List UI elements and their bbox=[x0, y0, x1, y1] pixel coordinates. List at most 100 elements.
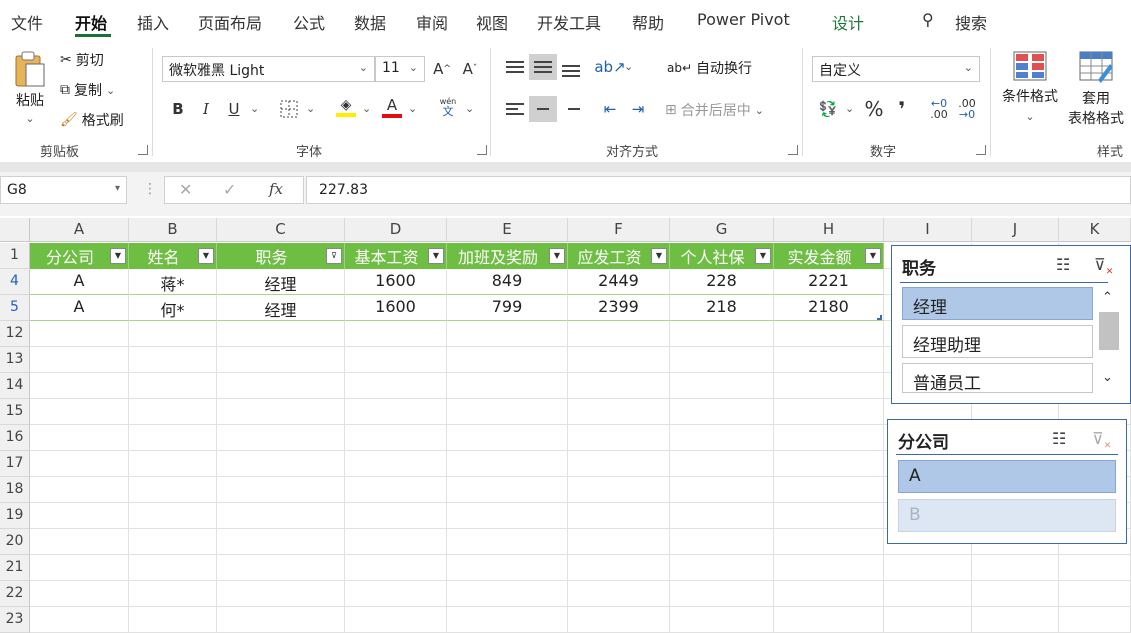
grid-cell[interactable] bbox=[217, 555, 345, 581]
grid-cell[interactable] bbox=[217, 321, 345, 347]
grid-cell[interactable] bbox=[774, 425, 884, 451]
grid-cell[interactable] bbox=[345, 581, 447, 607]
scroll-down-icon[interactable]: ⌄ bbox=[1102, 370, 1113, 385]
slicer-branch[interactable]: 分公司 ☷ ⊽✕ A B bbox=[887, 419, 1127, 544]
filter-applied-icon[interactable]: ⊽ bbox=[326, 248, 342, 264]
phonetic-icon[interactable]: wén 文 bbox=[434, 94, 462, 120]
row-header[interactable]: 13 bbox=[0, 347, 30, 373]
table-cell[interactable]: 2399 bbox=[568, 295, 670, 321]
table-header-cell[interactable]: 基本工资 ▼ bbox=[345, 243, 447, 269]
table-cell[interactable]: 经理 bbox=[217, 269, 345, 295]
grid-cell[interactable] bbox=[30, 529, 129, 555]
slicer-position[interactable]: 职务 ☷ ⊽✕ 经理 经理助理 普通员工 ⌃ ⌄ bbox=[891, 245, 1131, 404]
filter-dropdown-icon[interactable]: ▼ bbox=[198, 248, 214, 264]
grid-cell[interactable] bbox=[568, 607, 670, 633]
grid-cell[interactable] bbox=[447, 477, 568, 503]
slicer-item[interactable]: 普通员工 bbox=[902, 363, 1093, 394]
tab-home[interactable]: 开始 bbox=[75, 10, 107, 34]
grid-cell[interactable] bbox=[30, 373, 129, 399]
grid-cell[interactable] bbox=[30, 477, 129, 503]
grid-cell[interactable] bbox=[447, 347, 568, 373]
chevron-down-icon[interactable]: ⌄ bbox=[362, 102, 371, 115]
grid-cell[interactable] bbox=[217, 477, 345, 503]
table-cell[interactable]: 1600 bbox=[345, 269, 447, 295]
grid-cell[interactable] bbox=[568, 347, 670, 373]
percent-button[interactable]: % bbox=[860, 96, 888, 122]
grid-cell[interactable] bbox=[884, 555, 972, 581]
grid-cell[interactable] bbox=[447, 529, 568, 555]
row-header[interactable]: 17 bbox=[0, 451, 30, 477]
align-right-icon[interactable] bbox=[557, 96, 585, 122]
grid-cell[interactable] bbox=[774, 373, 884, 399]
merge-center-button[interactable]: ⊞ 合并后居中 ⌄ bbox=[665, 100, 764, 120]
grid-cell[interactable] bbox=[670, 555, 774, 581]
grid-cell[interactable] bbox=[447, 321, 568, 347]
decrease-indent-icon[interactable]: ⇤ bbox=[596, 96, 624, 122]
row-header[interactable]: 4 bbox=[0, 269, 30, 295]
tab-design[interactable]: 设计 bbox=[832, 10, 864, 34]
grid-cell[interactable] bbox=[1059, 555, 1131, 581]
worksheet-grid[interactable]: A B C D E F G H I J K 1 分公司 ▼ 姓名 ▼ 职务 ⊽ 基本工… bbox=[0, 216, 1131, 633]
tab-help[interactable]: 帮助 bbox=[632, 10, 664, 34]
grid-cell[interactable] bbox=[345, 425, 447, 451]
grid-cell[interactable] bbox=[129, 477, 217, 503]
increase-font-icon[interactable]: A ^ bbox=[428, 56, 456, 82]
filter-dropdown-icon[interactable]: ▼ bbox=[428, 248, 444, 264]
font-launcher-icon[interactable] bbox=[477, 145, 487, 155]
row-header[interactable]: 23 bbox=[0, 607, 30, 633]
filter-dropdown-icon[interactable]: ▼ bbox=[651, 248, 667, 264]
grid-cell[interactable] bbox=[447, 399, 568, 425]
tab-insert[interactable]: 插入 bbox=[137, 10, 169, 34]
grid-cell[interactable] bbox=[129, 503, 217, 529]
table-header-cell[interactable]: 实发金额 ▼ bbox=[774, 243, 884, 269]
col-header-d[interactable]: D bbox=[345, 218, 447, 242]
tab-data[interactable]: 数据 bbox=[354, 10, 386, 34]
align-top-icon[interactable] bbox=[501, 54, 529, 80]
tab-power-pivot[interactable]: Power Pivot bbox=[697, 10, 790, 29]
grid-cell[interactable] bbox=[129, 529, 217, 555]
grid-cell[interactable] bbox=[568, 321, 670, 347]
table-cell[interactable]: A bbox=[30, 295, 129, 321]
table-header-cell[interactable]: 应发工资 ▼ bbox=[568, 243, 670, 269]
grid-cell[interactable] bbox=[774, 581, 884, 607]
border-icon[interactable] bbox=[275, 96, 303, 122]
grid-cell[interactable] bbox=[129, 321, 217, 347]
grid-cell[interactable] bbox=[129, 373, 217, 399]
grid-cell[interactable] bbox=[568, 477, 670, 503]
row-header[interactable]: 12 bbox=[0, 321, 30, 347]
col-header-a[interactable]: A bbox=[30, 218, 129, 242]
grid-cell[interactable] bbox=[30, 451, 129, 477]
chevron-down-icon[interactable]: ⌄ bbox=[624, 60, 633, 73]
increase-indent-icon[interactable]: ⇥ bbox=[624, 96, 652, 122]
col-header-i[interactable]: I bbox=[884, 218, 972, 242]
grid-cell[interactable] bbox=[568, 373, 670, 399]
grid-cell[interactable] bbox=[345, 321, 447, 347]
table-cell[interactable]: 218 bbox=[670, 295, 774, 321]
grid-cell[interactable] bbox=[774, 321, 884, 347]
table-cell[interactable]: 849 bbox=[447, 269, 568, 295]
font-name-select[interactable]: 微软雅黑 Light ⌄ bbox=[162, 56, 375, 82]
align-left-icon[interactable] bbox=[501, 96, 529, 122]
grid-cell[interactable] bbox=[447, 503, 568, 529]
table-header-cell[interactable]: 职务 ⊽ bbox=[217, 243, 345, 269]
format-painter-button[interactable]: 🖌 格式刷 bbox=[60, 110, 124, 130]
grid-cell[interactable] bbox=[217, 425, 345, 451]
number-format-select[interactable]: 自定义 ⌄ bbox=[812, 56, 980, 82]
grid-cell[interactable] bbox=[670, 503, 774, 529]
grid-cell[interactable] bbox=[217, 581, 345, 607]
row-header[interactable]: 22 bbox=[0, 581, 30, 607]
comma-button[interactable]: ❜ bbox=[888, 96, 916, 122]
table-cell[interactable]: 799 bbox=[447, 295, 568, 321]
table-cell[interactable]: 2180 bbox=[774, 295, 884, 321]
font-size-select[interactable]: 11 ⌄ bbox=[375, 56, 425, 82]
chevron-down-icon[interactable]: ⌄ bbox=[250, 102, 259, 115]
grid-cell[interactable] bbox=[670, 529, 774, 555]
currency-icon[interactable]: 💱 bbox=[814, 96, 842, 122]
grid-cell[interactable] bbox=[129, 347, 217, 373]
grid-cell[interactable] bbox=[30, 321, 129, 347]
align-center-icon[interactable] bbox=[529, 96, 557, 122]
cancel-icon[interactable]: ✕ bbox=[179, 180, 192, 199]
tab-file[interactable]: 文件 bbox=[11, 10, 43, 34]
chevron-down-icon[interactable]: ⌄ bbox=[408, 102, 417, 115]
grid-cell[interactable] bbox=[30, 503, 129, 529]
